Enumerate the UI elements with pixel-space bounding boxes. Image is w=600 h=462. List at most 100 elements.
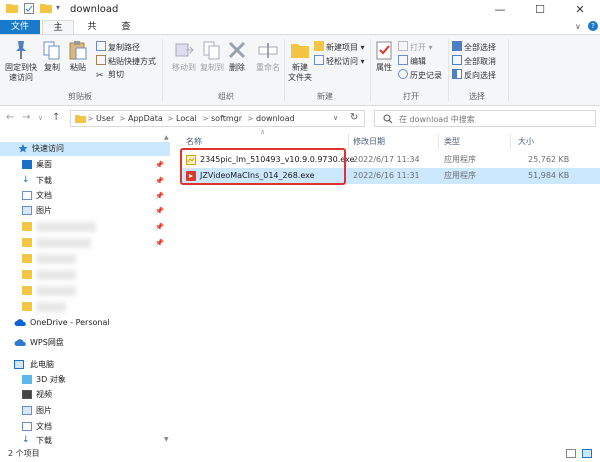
back-arrow-icon[interactable]: ← <box>6 112 14 123</box>
nav-pc-pictures[interactable]: 图片 <box>0 404 170 418</box>
breadcrumb-user[interactable]: User <box>96 114 114 123</box>
nav-onedrive-label: OneDrive - Personal <box>30 318 110 327</box>
tab-view[interactable]: 查看 <box>110 20 142 47</box>
nav-downloads[interactable]: ↓ 下载 📌 <box>0 174 170 188</box>
delete-button[interactable]: 删除 <box>222 39 252 73</box>
nav-pinned-folder[interactable]: 📌 <box>0 236 170 250</box>
group-divider <box>162 39 163 101</box>
nav-desktop[interactable]: 桌面 📌 <box>0 158 170 172</box>
column-type[interactable]: 类型 <box>444 134 460 150</box>
expand-ribbon-icon[interactable]: ∨ <box>575 22 581 31</box>
cube-icon <box>22 375 32 384</box>
tab-home[interactable]: 主页 <box>42 20 74 48</box>
up-arrow-icon[interactable]: ↑ <box>52 112 60 123</box>
search-input[interactable]: 在 download 中搜索 <box>399 114 475 125</box>
file-size: 51,984 KB <box>528 171 570 180</box>
nav-pictures[interactable]: 图片 📌 <box>0 204 170 218</box>
customize-quick-access-icon[interactable]: ▾ <box>56 3 60 12</box>
nav-pinned-folder[interactable] <box>0 284 170 298</box>
large-icons-view-icon[interactable] <box>582 449 592 458</box>
minimize-button[interactable]: — <box>480 0 520 20</box>
search-box[interactable]: 在 download 中搜索 <box>374 110 596 127</box>
nav-pinned-folder[interactable] <box>0 300 170 314</box>
group-divider <box>448 39 449 101</box>
nav-videos[interactable]: 视频 <box>0 388 170 402</box>
nav-wps[interactable]: WPS网盘 <box>0 336 170 350</box>
nav-pinned-folder[interactable] <box>0 252 170 266</box>
file-size: 25,762 KB <box>528 155 570 164</box>
help-icon[interactable]: ? <box>588 21 598 31</box>
redacted-label <box>36 254 76 264</box>
forward-arrow-icon[interactable]: → <box>22 112 30 123</box>
delete-label: 删除 <box>229 63 245 72</box>
column-modified[interactable]: 修改日期 <box>353 134 385 150</box>
breadcrumb-softmgr[interactable]: softmgr <box>211 114 242 123</box>
new-folder-quick-icon[interactable] <box>40 3 52 16</box>
column-divider[interactable] <box>438 134 439 150</box>
tab-share[interactable]: 共享 <box>76 20 108 47</box>
breadcrumb-separator: > <box>119 114 126 123</box>
address-bar[interactable]: > User > AppData > Local > softmgr > dow… <box>70 110 365 127</box>
wps-cloud-icon <box>14 339 26 346</box>
invert-selection-button[interactable]: 反向选择 <box>452 69 496 81</box>
edit-button[interactable]: 编辑 <box>398 55 426 67</box>
nav-videos-label: 视频 <box>36 390 52 399</box>
paste-button[interactable]: 粘贴 <box>64 39 92 73</box>
easy-access-button[interactable]: 轻松访问 ▾ <box>314 55 365 67</box>
file-modified: 2022/6/17 11:34 <box>353 155 420 164</box>
open-group-label: 打开 <box>403 92 419 101</box>
select-none-button[interactable]: 全部取消 <box>452 55 496 67</box>
breadcrumb-appdata[interactable]: AppData <box>128 114 163 123</box>
breadcrumb-local[interactable]: Local <box>176 114 197 123</box>
pinned-icon: 📌 <box>155 192 164 200</box>
copy-button[interactable]: 复制 <box>38 39 66 73</box>
nav-pc-documents[interactable]: 文档 <box>0 420 170 434</box>
folder-icon <box>6 3 18 16</box>
redacted-label <box>36 286 76 296</box>
properties-button[interactable]: 属性 <box>372 39 396 73</box>
nav-onedrive[interactable]: OneDrive - Personal <box>0 316 170 330</box>
breadcrumb-separator: > <box>202 114 209 123</box>
new-item-button[interactable]: 新建项目 ▾ <box>314 41 365 53</box>
edit-icon <box>398 55 408 65</box>
new-folder-button[interactable]: 新建 文件夹 <box>286 39 314 83</box>
cut-button[interactable]: ✂ 剪切 <box>96 69 124 81</box>
select-all-button[interactable]: 全部选择 <box>452 41 496 53</box>
column-divider[interactable] <box>348 134 349 150</box>
scroll-down-icon[interactable]: ▼ <box>164 436 169 443</box>
cloud-icon <box>14 319 26 326</box>
column-divider[interactable] <box>510 134 511 150</box>
rename-button[interactable]: 重命名 <box>250 39 286 73</box>
new-folder-label: 新建 文件夹 <box>288 63 312 82</box>
nav-documents[interactable]: 文档 📌 <box>0 189 170 203</box>
pin-quick-access-button[interactable]: 固定到快 速访问 <box>2 39 40 83</box>
recent-locations-chevron-icon[interactable]: ∨ <box>38 114 43 122</box>
redacted-label <box>36 302 66 312</box>
nav-quick-access[interactable]: 快速访问 <box>0 142 170 156</box>
nav-this-pc[interactable]: 此电脑 <box>0 358 170 372</box>
status-bar: 2 个项目 <box>0 446 600 462</box>
nav-pinned-folder[interactable]: 📌 <box>0 220 170 234</box>
breadcrumb-download[interactable]: download <box>256 114 295 123</box>
maximize-button[interactable]: ☐ <box>520 0 560 20</box>
column-size[interactable]: 大小 <box>518 134 534 150</box>
paste-shortcut-button[interactable]: 粘贴快捷方式 <box>96 55 156 67</box>
download-arrow-icon: ↓ <box>22 435 30 445</box>
move-to-label: 移动到 <box>172 63 196 72</box>
address-history-chevron-icon[interactable]: ∨ <box>333 114 338 122</box>
move-to-icon <box>175 43 194 57</box>
nav-pinned-folder[interactable] <box>0 268 170 282</box>
nav-wps-label: WPS网盘 <box>30 338 64 347</box>
refresh-icon[interactable]: ↻ <box>350 112 358 123</box>
history-button[interactable]: 历史记录 <box>398 69 442 81</box>
copy-path-button[interactable]: 复制路径 <box>96 41 140 53</box>
tab-file[interactable]: 文件 <box>0 20 40 35</box>
nav-scrollbar[interactable]: ▲ ▼ <box>164 134 170 446</box>
scroll-up-icon[interactable]: ▲ <box>164 134 169 141</box>
properties-quick-icon[interactable] <box>24 3 34 17</box>
close-button[interactable]: ✕ <box>560 0 600 20</box>
nav-3d-objects[interactable]: 3D 对象 <box>0 373 170 387</box>
open-button[interactable]: 打开 ▾ <box>398 41 433 53</box>
paste-icon <box>69 41 87 60</box>
details-view-icon[interactable] <box>566 449 576 458</box>
